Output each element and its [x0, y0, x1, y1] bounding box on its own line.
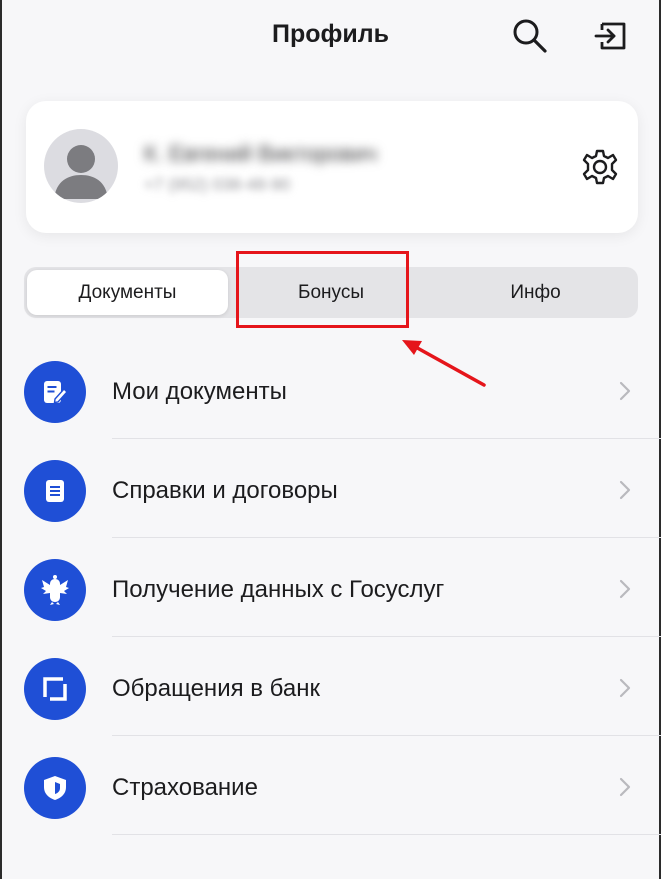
document-list-icon: [46, 480, 64, 502]
chevron-right-icon: [619, 579, 631, 599]
menu-item-insurance[interactable]: Страхование: [0, 736, 661, 835]
menu-icon-badge: [24, 757, 86, 819]
settings-button[interactable]: [578, 145, 622, 189]
tab-documents[interactable]: Документы: [27, 270, 228, 315]
menu-item-gosuslugi-data[interactable]: Получение данных с Госуслуг: [0, 538, 661, 637]
logout-icon: [594, 22, 626, 50]
shield-icon: [44, 776, 66, 800]
chevron-right-icon: [619, 381, 631, 401]
user-avatar-icon: [54, 145, 108, 199]
chevron-right-icon: [619, 777, 631, 797]
chevron-right-icon: [619, 480, 631, 500]
page-title: Профиль: [271, 20, 389, 48]
profile-name: К. Евгений Викторович: [144, 141, 377, 166]
gear-icon: [582, 149, 618, 185]
coat-of-arms-icon: [41, 575, 69, 605]
menu-icon-badge: [24, 559, 86, 621]
menu-item-label: Обращения в банк: [112, 675, 320, 702]
tab-bonuses[interactable]: Бонусы: [229, 267, 433, 318]
section-tabs: Документы Бонусы Инфо: [24, 267, 638, 318]
profile-card[interactable]: К. Евгений Викторович +7 (952) 038-48-90: [26, 101, 638, 233]
menu-icon-badge: [24, 460, 86, 522]
document-edit-icon: [44, 381, 68, 404]
menu-item-label: Получение данных с Госуслуг: [112, 576, 445, 603]
divider: [112, 834, 661, 835]
search-icon: [513, 19, 547, 53]
search-button[interactable]: [508, 14, 552, 58]
menu-icon-badge: [24, 658, 86, 720]
menu-item-label: Страхование: [112, 774, 258, 801]
menu-item-bank-requests[interactable]: Обращения в банк: [0, 637, 661, 736]
menu-item-my-documents[interactable]: Мои документы: [0, 340, 661, 439]
top-bar: Профиль: [0, 0, 661, 80]
tab-info[interactable]: Инфо: [433, 267, 638, 318]
menu-icon-badge: [24, 361, 86, 423]
documents-menu: Мои документы Справки и договоры Получен…: [0, 340, 661, 835]
chevron-right-icon: [619, 678, 631, 698]
logout-button[interactable]: [590, 14, 634, 58]
menu-item-label: Справки и договоры: [112, 477, 338, 504]
menu-item-certificates-contracts[interactable]: Справки и договоры: [0, 439, 661, 538]
menu-item-label: Мои документы: [112, 378, 287, 405]
profile-phone: +7 (952) 038-48-90: [144, 175, 291, 194]
avatar: [44, 129, 118, 203]
bracket-frame-icon: [43, 677, 67, 701]
